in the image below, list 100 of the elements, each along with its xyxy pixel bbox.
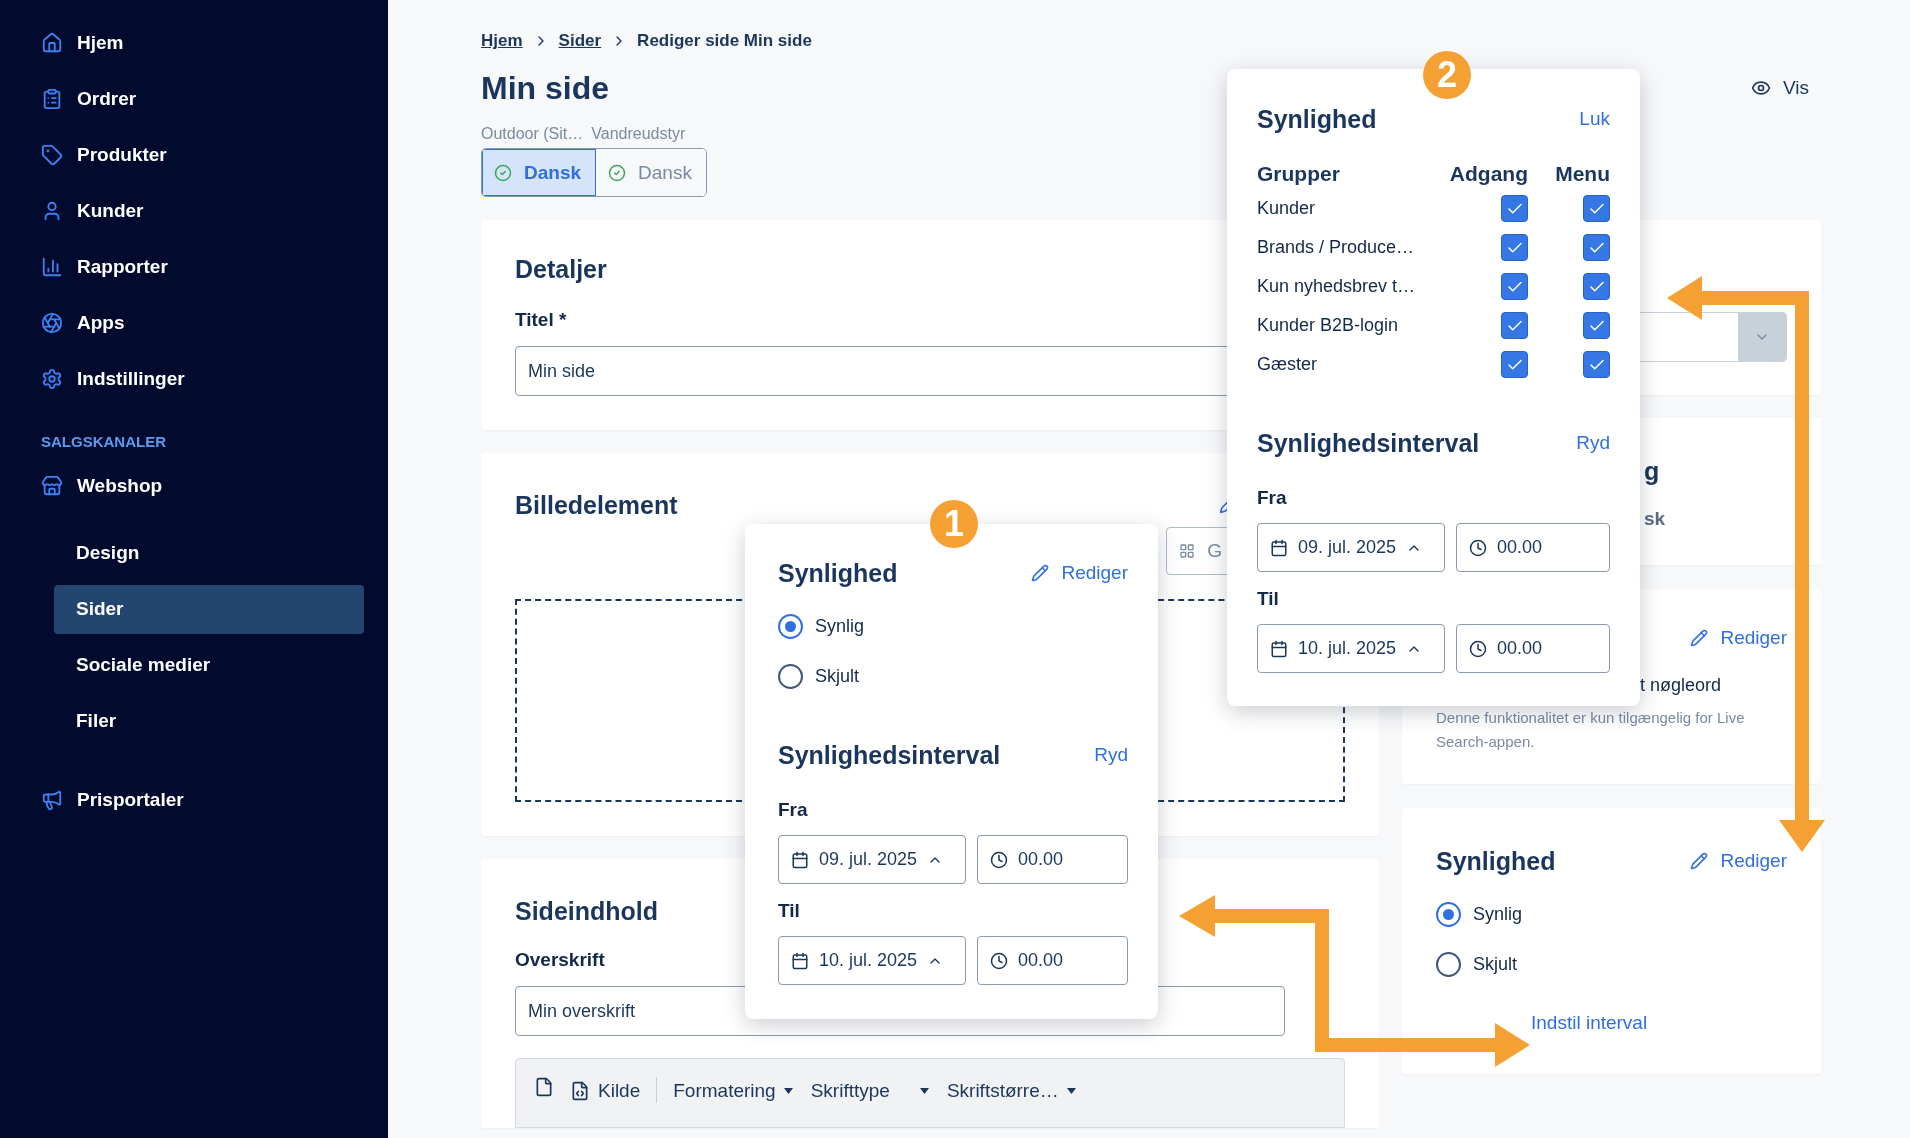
time-field[interactable]: 00.00 (977, 835, 1128, 884)
field-label: Overskrift (515, 948, 605, 972)
radio-label[interactable]: Skjult (815, 665, 859, 687)
group-name: Kunder (1257, 197, 1317, 220)
calendar-icon (791, 850, 809, 869)
sidebar-item[interactable]: Produkter (0, 127, 388, 183)
tag-icon (41, 144, 63, 166)
aperture-icon (41, 312, 63, 334)
calendar-icon (1270, 639, 1288, 658)
gear-icon (41, 368, 63, 390)
sidebar-item[interactable]: Webshop (0, 458, 388, 514)
access-checkbox[interactable] (1501, 312, 1528, 339)
caret-icon (919, 1088, 929, 1094)
menu-checkbox[interactable] (1583, 195, 1610, 222)
close-link[interactable]: Luk (1579, 108, 1610, 130)
time-field[interactable]: 00.00 (1456, 523, 1610, 572)
menu-checkbox[interactable] (1583, 351, 1610, 378)
date-field[interactable]: 09. jul. 2025 (1257, 523, 1445, 572)
document-icon[interactable] (534, 1077, 554, 1097)
section-header: SALGSKANALER (40, 433, 167, 452)
sidebar-item[interactable]: Rapporter (0, 239, 388, 295)
breadcrumb-link[interactable]: Sider (558, 31, 602, 51)
group-name: Brands / Produce… (1257, 236, 1416, 259)
from-label: Fra (778, 798, 808, 822)
group-name: Kun nyhedsbrev t… (1257, 275, 1417, 298)
card-title: Sideindhold (515, 896, 659, 927)
radio-button[interactable] (778, 663, 803, 689)
access-checkbox[interactable] (1501, 273, 1528, 300)
date-field[interactable]: 10. jul. 2025 (778, 936, 966, 985)
caret-icon (1066, 1088, 1076, 1094)
radio-label[interactable]: Synlig (815, 615, 865, 637)
edit-link[interactable]: Rediger (1690, 627, 1787, 649)
group-name: Gæster (1257, 353, 1318, 376)
menu-checkbox[interactable] (1583, 234, 1610, 261)
clock-icon (990, 951, 1008, 970)
column-header: Adgang (1449, 161, 1528, 187)
sidebar-item[interactable]: Apps (0, 295, 388, 351)
section-title: Synlighedsinterval (1257, 428, 1480, 459)
card-title: Billedelement (515, 490, 678, 521)
radio-button[interactable] (1436, 901, 1461, 927)
pencil-icon (1031, 564, 1050, 582)
edit-link[interactable]: Rediger (1690, 850, 1787, 872)
sidebar-subitem[interactable]: Design (54, 528, 364, 578)
caret-icon (783, 1088, 793, 1094)
clear-link[interactable]: Ryd (1576, 432, 1610, 454)
menu-checkbox[interactable] (1583, 273, 1610, 300)
sidebar-item[interactable]: Ordrer (0, 71, 388, 127)
sidebar-subitem[interactable]: Filer (54, 696, 364, 746)
time-field[interactable]: 00.00 (1456, 624, 1610, 673)
access-checkbox[interactable] (1501, 234, 1528, 261)
keyword-label: t nøgleord (1639, 675, 1723, 696)
group-name: Kunder B2B-login (1257, 314, 1400, 337)
sidebar-item[interactable]: Prisportaler (0, 772, 388, 828)
popover-title: Synlighed (778, 558, 898, 589)
format-dropdown[interactable]: Formatering (671, 1077, 795, 1105)
language-tab[interactable]: Dansk (482, 149, 597, 196)
field-label: Titel * (515, 308, 567, 332)
edit-link[interactable]: Rediger (1031, 562, 1128, 584)
view-button[interactable]: Vis (1750, 77, 1809, 99)
clock-icon (1469, 639, 1487, 658)
calendar-icon (791, 951, 809, 970)
sidebar-subitem[interactable]: Sociale medier (54, 640, 364, 690)
sidebar-item[interactable]: Hjem (0, 15, 388, 71)
pencil-icon (1690, 629, 1709, 647)
megaphone-icon (41, 789, 63, 811)
calendar-icon (1270, 538, 1288, 557)
home-icon (41, 32, 63, 54)
code-file-icon (570, 1081, 590, 1101)
access-checkbox[interactable] (1501, 195, 1528, 222)
sidebar-subitem[interactable]: Sider (54, 584, 364, 634)
popover-title: Synlighed (1257, 104, 1377, 135)
access-checkbox[interactable] (1501, 351, 1528, 378)
interval-link[interactable]: Indstil interval (1531, 1012, 1787, 1034)
breadcrumb-link[interactable]: Hjem (481, 31, 523, 51)
radio-label[interactable]: Skjult (1473, 953, 1517, 975)
clock-icon (1469, 538, 1487, 557)
feature-note: Denne funktionalitet er kun tilgængelig for Live Search-appen. (1436, 708, 1746, 752)
date-field[interactable]: 09. jul. 2025 (778, 835, 966, 884)
radio-button[interactable] (778, 613, 803, 639)
menu-checkbox[interactable] (1583, 312, 1610, 339)
to-label: Til (778, 899, 800, 923)
date-field[interactable]: 10. jul. 2025 (1257, 624, 1445, 673)
radio-label[interactable]: Synlig (1473, 903, 1523, 925)
font-dropdown[interactable]: Skrifttype (808, 1077, 931, 1105)
context-label: Outdoor (Sit… (481, 125, 584, 143)
source-button[interactable]: Kilde (568, 1077, 643, 1105)
pencil-icon (1690, 852, 1709, 870)
page-path-title: Rediger side Min side (637, 31, 812, 51)
bar-chart-icon (41, 256, 63, 278)
check-circle-icon (608, 163, 627, 182)
to-label: Til (1257, 587, 1279, 611)
time-field[interactable]: 00.00 (977, 936, 1128, 985)
sidebar-item[interactable]: Indstillinger (0, 351, 388, 407)
clear-link[interactable]: Ryd (1094, 744, 1128, 766)
store-icon (41, 475, 63, 497)
format-dropdown[interactable]: Skriftstørre… (944, 1077, 1078, 1105)
check-circle-icon (494, 163, 512, 182)
radio-button[interactable] (1436, 951, 1461, 977)
card-title: Synlighed (1436, 846, 1556, 877)
sidebar-item[interactable]: Kunder (0, 183, 388, 239)
